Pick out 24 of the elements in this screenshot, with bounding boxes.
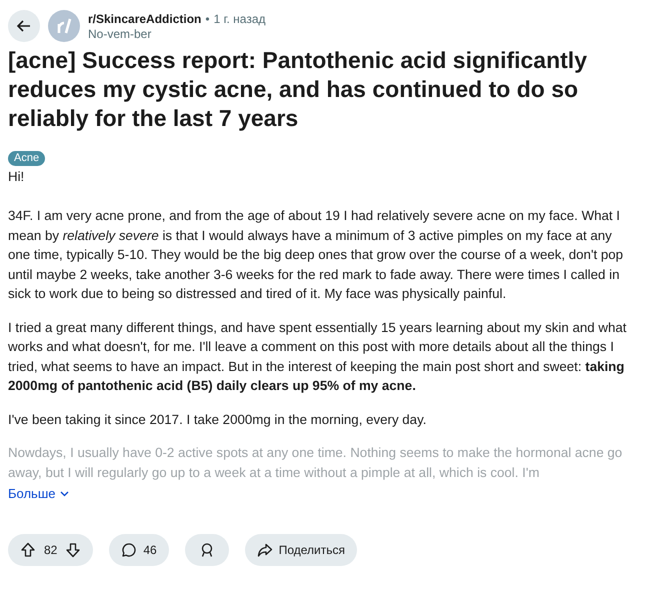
community-link[interactable]: r/SkincareAddiction xyxy=(88,10,202,28)
award-button[interactable] xyxy=(184,534,229,566)
upvote-icon[interactable] xyxy=(20,542,36,558)
comment-icon xyxy=(121,542,138,558)
post-paragraph: 34F. I am very acne prone, and from the age of about 19 I had relatively severe acne on my face. What I mean by relatively severe is that I would always have a minimum of 3 active pimples on my face at any one time, typically 5-10. They would be the big deep ones that grow over the course of a week, don't pop until maybe 2 weeks, take another 3-6 weeks for the red mark to fade away. There were times I called in sick to work due to being so distressed and tired of it. My face was physically painful. xyxy=(8,207,624,303)
share-button[interactable]: Поделиться xyxy=(244,534,357,566)
separator: • xyxy=(205,11,210,28)
author-name[interactable]: No-vem-ber xyxy=(88,28,266,42)
post-paragraph: Hi! xyxy=(8,168,26,186)
back-arrow-icon xyxy=(16,18,32,34)
vote-count: 82 xyxy=(44,542,58,558)
back-button[interactable] xyxy=(8,10,40,42)
downvote-icon[interactable] xyxy=(65,542,82,558)
chevron-down-icon xyxy=(60,490,68,497)
post-paragraph: Nowdays, I usually have 0-2 active spots at any one time. Nothing seems to make the hormonal acne go away, but I will regularly go up to a week at a time without a pimple at all, which is cool. I'm xyxy=(8,444,624,482)
post-paragraph: I tried a great many different things, and have spent essentially 15 years learning about my skin and what works and what doesn't, for me. I'll leave a comment on this post with more details about all the things I tried, what seems to have an impact. But in the interest of keeping the main post short and sweet: taking 2000mg of pantothenic acid (B5) daily clears up 95% of my acne. xyxy=(8,318,628,395)
show-more-button[interactable]: Больше xyxy=(8,484,68,504)
post-time: 1 г. назад xyxy=(214,11,266,28)
community-icon xyxy=(55,17,73,35)
comments-button[interactable]: 46 xyxy=(109,534,169,566)
post-title: [acne] Success report: Pantothenic acid significantly reduces my cystic acne, and has continued to do so reliably for the last 7 years xyxy=(8,46,588,133)
post-paragraph: I've been taking it since 2017. I take 2000mg in the morning, every day. xyxy=(8,410,428,429)
share-icon xyxy=(256,542,273,558)
flair-tag[interactable]: Acne xyxy=(8,151,46,166)
